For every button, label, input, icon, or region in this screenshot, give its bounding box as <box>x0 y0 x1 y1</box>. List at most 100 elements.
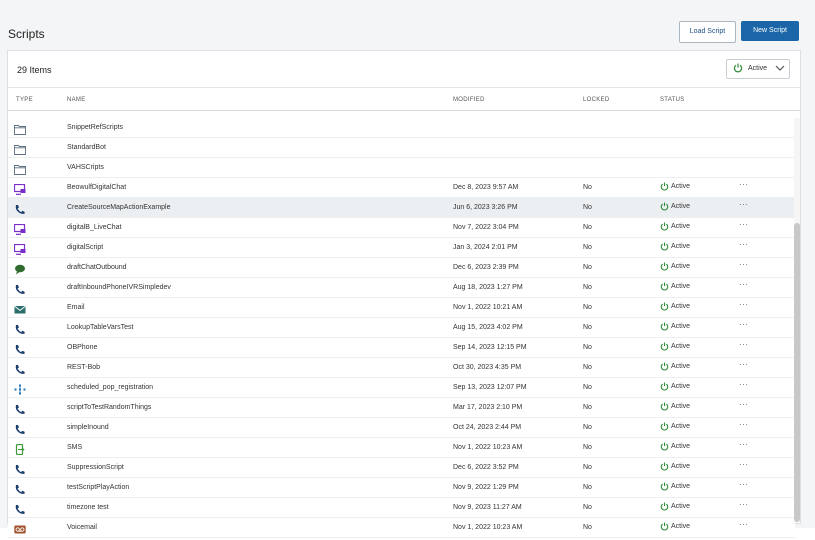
modified-date: Dec 6, 2023 2:39 PM <box>453 264 519 271</box>
folder-row[interactable]: StandardBot <box>8 138 795 158</box>
table-row[interactable]: Email Nov 1, 2022 10:21 AM No Active ··· <box>8 298 795 318</box>
locked-value: No <box>583 284 592 291</box>
col-status[interactable]: STATUS <box>660 97 685 103</box>
status-filter-dropdown[interactable]: Active <box>726 59 790 79</box>
phone-icon <box>14 202 26 214</box>
chat-screen-icon <box>13 182 26 195</box>
load-script-button[interactable]: Load Script <box>679 21 736 43</box>
phone-icon <box>14 482 26 494</box>
table-row[interactable]: scheduled_pop_registration Sep 13, 2023 1… <box>8 378 795 398</box>
more-options-button[interactable]: ··· <box>739 260 749 269</box>
phone-icon <box>14 342 26 354</box>
more-options-button[interactable]: ··· <box>739 200 749 209</box>
table-row[interactable]: digitalScript Jan 3, 2024 2:01 PM No Active… <box>8 238 795 258</box>
col-type[interactable]: TYPE <box>16 97 33 103</box>
modified-date: Oct 24, 2023 2:44 PM <box>453 424 522 431</box>
chat-screen-icon <box>13 242 26 255</box>
modified-date: Jun 6, 2023 3:26 PM <box>453 204 518 211</box>
script-name: BeowulfDigitalChat <box>67 184 127 191</box>
table-row[interactable]: LookupTableVarsTest Aug 15, 2023 4:02 PM N… <box>8 318 795 338</box>
more-options-button[interactable]: ··· <box>739 440 749 449</box>
table-row[interactable]: SuppressionScript Dec 6, 2022 3:52 PM No Ac… <box>8 458 795 478</box>
more-options-button[interactable]: ··· <box>739 420 749 429</box>
more-options-button[interactable]: ··· <box>739 400 749 409</box>
modified-date: Nov 9, 2023 11:27 AM <box>453 504 522 511</box>
status-label: Active <box>671 463 691 470</box>
more-options-button[interactable]: ··· <box>739 460 749 469</box>
power-icon <box>660 242 669 251</box>
table-row[interactable]: draftInboundPhoneIVRSimpledev Aug 18, 202… <box>8 278 795 298</box>
col-modified[interactable]: MODIFIED <box>453 97 485 103</box>
more-options-button[interactable]: ··· <box>739 480 749 489</box>
table-row[interactable]: simpleInound Oct 24, 2023 2:44 PM No Active… <box>8 418 795 438</box>
script-name: scriptToTestRandomThings <box>67 404 152 411</box>
table-row[interactable]: SMS Nov 1, 2022 10:23 AM No Active ··· <box>8 438 795 458</box>
modified-date: Dec 6, 2022 3:52 PM <box>453 464 519 471</box>
more-options-button[interactable]: ··· <box>739 180 749 189</box>
phone-icon <box>14 422 26 434</box>
locked-value: No <box>583 384 592 391</box>
more-options-button[interactable]: ··· <box>739 220 749 229</box>
script-name: REST-Bob <box>67 364 101 371</box>
chat-bubble-icon <box>14 262 26 275</box>
table-row[interactable]: scriptToTestRandomThings Mar 17, 2023 2:1… <box>8 398 795 418</box>
more-options-button[interactable]: ··· <box>739 320 749 329</box>
status-label: Active <box>671 303 691 310</box>
power-icon <box>660 422 669 431</box>
table-header: TYPE NAME MODIFIED LOCKED STATUS <box>8 88 800 111</box>
modified-date: Oct 30, 2023 4:35 PM <box>453 364 522 371</box>
table-row[interactable]: CreateSourceMapActionExample Jun 6, 2023 … <box>8 198 795 218</box>
col-locked[interactable]: LOCKED <box>583 97 609 103</box>
locked-value: No <box>583 364 592 371</box>
more-options-button[interactable]: ··· <box>739 380 749 389</box>
status-label: Active <box>671 443 691 450</box>
new-script-button[interactable]: New Script <box>741 21 799 41</box>
page-title: Scripts <box>8 27 45 41</box>
table-row[interactable]: testScriptPlayAction Nov 9, 2022 1:29 PM N… <box>8 478 795 498</box>
power-icon <box>660 322 669 331</box>
power-icon <box>660 302 669 311</box>
folder-row[interactable]: SnippetRefScripts <box>8 118 795 138</box>
col-name[interactable]: NAME <box>67 97 86 103</box>
locked-value: No <box>583 264 592 271</box>
power-icon <box>660 262 669 271</box>
locked-value: No <box>583 224 592 231</box>
table-row[interactable]: timezone test Nov 9, 2023 11:27 AM No Activ… <box>8 498 795 518</box>
script-name: draftInboundPhoneIVRSimpledev <box>67 284 171 291</box>
script-name: draftChatOutbound <box>67 264 127 271</box>
modified-date: Aug 18, 2023 1:27 PM <box>453 284 523 291</box>
locked-value: No <box>583 444 592 451</box>
table-row[interactable]: digitalB_LiveChat Nov 7, 2022 3:04 PM No Ac… <box>8 218 795 238</box>
more-options-button[interactable]: ··· <box>739 360 749 369</box>
locked-value: No <box>583 204 592 211</box>
table-row[interactable]: REST-Bob Oct 30, 2023 4:35 PM No Active ··· <box>8 358 795 378</box>
list-toolbar: 29 Items Active <box>8 51 800 88</box>
power-icon <box>660 522 669 531</box>
more-options-button[interactable]: ··· <box>739 500 749 509</box>
folder-icon <box>14 122 26 135</box>
folder-row[interactable]: VAHSCripts <box>8 158 795 178</box>
locked-value: No <box>583 324 592 331</box>
table-row[interactable]: OBPhone Sep 14, 2023 12:15 PM No Active ··· <box>8 338 795 358</box>
power-icon <box>660 442 669 451</box>
workflow-icon <box>14 382 26 395</box>
more-options-button[interactable]: ··· <box>739 240 749 249</box>
more-options-button[interactable]: ··· <box>739 340 749 349</box>
power-icon <box>660 282 669 291</box>
more-options-button[interactable]: ··· <box>739 280 749 289</box>
status-label: Active <box>671 483 691 490</box>
modified-date: Nov 1, 2022 10:23 AM <box>453 444 523 451</box>
scrollbar-thumb[interactable] <box>794 223 800 522</box>
modified-date: Jan 3, 2024 2:01 PM <box>453 244 518 251</box>
power-icon <box>660 202 669 211</box>
table-row[interactable]: draftChatOutbound Dec 6, 2023 2:39 PM No Ac… <box>8 258 795 278</box>
power-icon <box>660 342 669 351</box>
status-label: Active <box>671 383 691 390</box>
more-options-button[interactable]: ··· <box>739 300 749 309</box>
power-icon <box>660 362 669 371</box>
table-row[interactable]: Voicemail Nov 1, 2022 10:23 AM No Active ··· <box>8 518 795 538</box>
locked-value: No <box>583 404 592 411</box>
modified-date: Mar 17, 2023 2:10 PM <box>453 404 523 411</box>
table-row[interactable]: BeowulfDigitalChat Dec 8, 2023 9:57 AM No A… <box>8 178 795 198</box>
status-label: Active <box>671 503 691 510</box>
